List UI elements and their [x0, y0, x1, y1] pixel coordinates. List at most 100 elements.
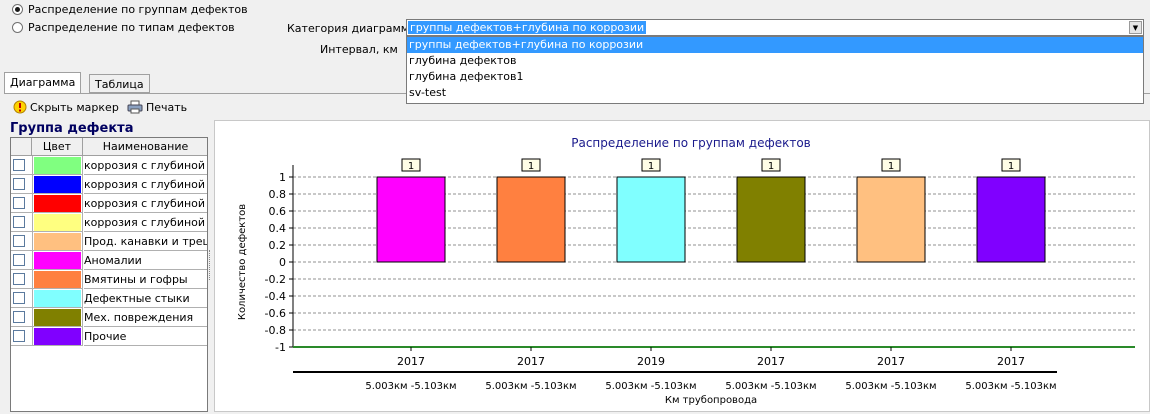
color-swatch [34, 271, 81, 288]
grid-line [32, 156, 33, 175]
category-combobox-value: группы дефектов+глубина по коррозии [408, 21, 647, 34]
grid-header-name: Наименование [83, 138, 207, 156]
warning-icon [13, 100, 27, 114]
tab-table[interactable]: Таблица [89, 74, 150, 93]
color-swatch [34, 195, 81, 212]
row-checkbox[interactable] [13, 178, 25, 190]
table-row[interactable]: Прод. канавки и трещи [11, 232, 207, 251]
grid-line [32, 251, 33, 270]
grid-line [11, 345, 82, 346]
hide-marker-button[interactable]: Скрыть маркер [13, 100, 119, 114]
bar [976, 176, 1046, 263]
grid-line [82, 213, 83, 232]
y-tick-label: 0 [279, 256, 286, 269]
table-row[interactable]: коррозия с глубиной >5 [11, 213, 207, 232]
category-combobox[interactable]: группы дефектов+глубина по коррозии ▼ [406, 19, 1144, 36]
color-swatch [34, 233, 81, 250]
color-swatch [34, 176, 81, 193]
radio-type-distribution[interactable]: Распределение по типам дефектов [12, 21, 235, 34]
grid-line [82, 175, 83, 194]
radio-label-types: Распределение по типам дефектов [28, 21, 235, 34]
x-tick-label: 2017 [757, 355, 785, 368]
grid-line [32, 289, 33, 308]
x-secondary-label: 5.003км -5.103км [365, 381, 456, 392]
row-checkbox[interactable] [13, 216, 25, 228]
y-tick-label: 0.8 [269, 188, 287, 201]
grid-line [32, 213, 33, 232]
grid-line [82, 327, 83, 346]
bar [856, 176, 926, 263]
radio-group-distribution[interactable]: Распределение по группам дефектов [12, 3, 248, 16]
grid-header-color: Цвет [32, 138, 83, 156]
bar [616, 176, 686, 263]
group-name: Вмятины и гофры [84, 270, 207, 289]
category-option[interactable]: глубина дефектов1 [407, 69, 1143, 85]
bar-data-label: 1 [408, 161, 414, 172]
print-button[interactable]: Печать [127, 100, 187, 114]
chart-panel: Распределение по группам дефектов 1 0.8 0.6… [214, 120, 1150, 412]
color-swatch [34, 290, 81, 307]
grid-line [82, 156, 83, 175]
table-row[interactable]: Мех. повреждения [11, 308, 207, 327]
grid-line [32, 270, 33, 289]
color-swatch [34, 309, 81, 326]
y-tick-label: -0.8 [265, 324, 286, 337]
printer-icon [127, 100, 143, 114]
bar [376, 176, 446, 263]
radio-selected-icon[interactable] [12, 4, 23, 15]
group-name: коррозия с глубиной 30 [84, 194, 207, 213]
table-row[interactable]: Аномалии [11, 251, 207, 270]
bar-data-label: 1 [528, 161, 534, 172]
x-tick-label: 2017 [397, 355, 425, 368]
table-row[interactable]: Прочие [11, 327, 207, 346]
group-name: Дефектные стыки [84, 289, 207, 308]
tab-diagram[interactable]: Диаграмма [4, 72, 82, 93]
y-tick-label: -0.2 [265, 273, 286, 286]
y-axis-label: Количество дефектов [237, 204, 248, 320]
row-checkbox[interactable] [13, 159, 25, 171]
group-name: Прочие [84, 327, 207, 346]
bar [496, 176, 566, 263]
grid-line [32, 327, 33, 346]
radio-unselected-icon[interactable] [12, 22, 23, 33]
hide-marker-label: Скрыть маркер [30, 100, 119, 114]
table-row[interactable]: Вмятины и гофры [11, 270, 207, 289]
category-option[interactable]: группы дефектов+глубина по коррозии [407, 37, 1143, 53]
color-swatch [34, 157, 81, 174]
category-dropdown-list[interactable]: группы дефектов+глубина по коррозии глуб… [406, 36, 1144, 104]
table-row[interactable]: коррозия с глубиной 15 [11, 175, 207, 194]
defect-group-grid[interactable]: Цвет Наименование коррозия с глубиной < … [10, 137, 208, 412]
group-name: Аномалии [84, 251, 207, 270]
grid-line [32, 308, 33, 327]
y-tick-label: -0.4 [265, 290, 286, 303]
print-label: Печать [146, 100, 188, 114]
splitter-handle[interactable] [209, 250, 212, 280]
table-row[interactable]: коррозия с глубиной < 1 [11, 156, 207, 175]
x-tick-label: 2017 [517, 355, 545, 368]
grid-line [82, 232, 83, 251]
grid-line [82, 289, 83, 308]
row-checkbox[interactable] [13, 330, 25, 342]
table-row[interactable]: коррозия с глубиной 30 [11, 194, 207, 213]
row-checkbox[interactable] [13, 254, 25, 266]
color-swatch [34, 328, 81, 345]
category-option[interactable]: глубина дефектов [407, 53, 1143, 69]
group-name: Прод. канавки и трещи [84, 232, 207, 251]
category-option[interactable]: sv-test [407, 85, 1143, 101]
bar [736, 176, 806, 263]
bar-data-label: 1 [888, 161, 894, 172]
row-checkbox[interactable] [13, 197, 25, 209]
row-checkbox[interactable] [13, 235, 25, 247]
row-checkbox[interactable] [13, 292, 25, 304]
table-row[interactable]: Дефектные стыки [11, 289, 207, 308]
bar-data-label: 1 [1008, 161, 1014, 172]
chevron-down-icon[interactable]: ▼ [1129, 21, 1142, 34]
y-tick-label: -0.6 [265, 307, 286, 320]
row-checkbox[interactable] [13, 311, 25, 323]
grid-line [32, 232, 33, 251]
grid-corner-header [11, 138, 32, 156]
radio-label-groups: Распределение по группам дефектов [28, 3, 248, 16]
x-axis-label: Км трубопровода [665, 395, 757, 406]
row-checkbox[interactable] [13, 273, 25, 285]
x-tick-label: 2017 [877, 355, 905, 368]
